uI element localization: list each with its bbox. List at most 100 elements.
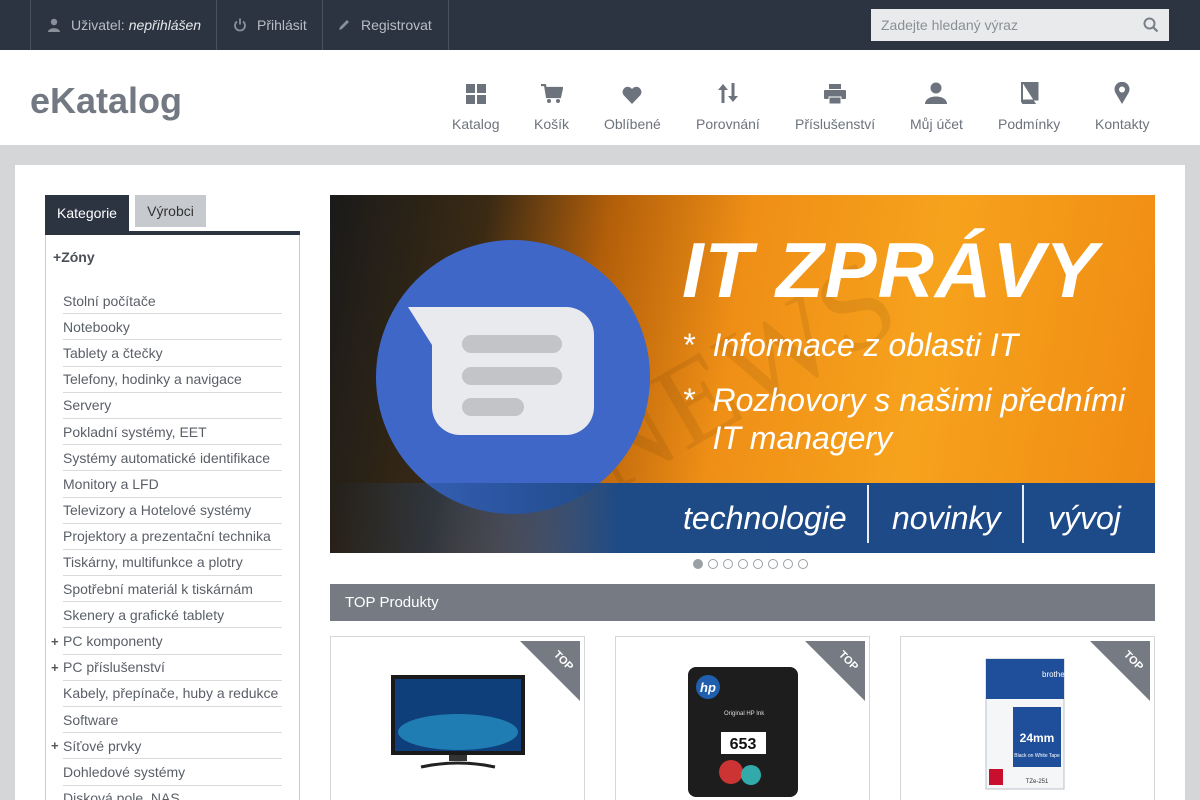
- product-card[interactable]: TOP hp Original HP Ink 653: [615, 636, 870, 800]
- sidebar-item-label: Televizory a Hotelové systémy: [63, 502, 252, 519]
- sidebar-item-label: Software: [63, 711, 119, 728]
- login-link[interactable]: Přihlásit: [216, 0, 323, 50]
- sidebar-item[interactable]: Systémy automatické identifikace: [63, 445, 282, 472]
- sidebar-item[interactable]: + PC komponenty: [51, 628, 282, 655]
- sidebar-item[interactable]: Spotřební materiál k tiskárnám: [63, 576, 282, 603]
- map-pin-icon: [1114, 78, 1130, 104]
- tab-kategorie[interactable]: Kategorie: [45, 195, 129, 231]
- sidebar-item[interactable]: Projektory a prezentační technika: [63, 524, 282, 550]
- svg-text:brother: brother: [1042, 670, 1068, 679]
- sidebar-item[interactable]: Skenery a grafické tablety: [63, 602, 282, 629]
- book-icon: [1019, 78, 1039, 104]
- plus-icon: +: [53, 249, 62, 265]
- sidebar-item-label: Tiskárny, multifunkce a plotry: [63, 554, 243, 571]
- nav-label: Můj účet: [910, 116, 963, 132]
- plus-icon[interactable]: +: [51, 738, 59, 753]
- sidebar-item[interactable]: + PC příslušenství: [51, 655, 282, 681]
- user-status: Uživatel: nepřihlášen: [30, 0, 217, 50]
- sidebar-item[interactable]: Pokladní systémy, EET: [63, 419, 282, 446]
- banner-bullet-1: * Informace z oblasti IT: [682, 327, 1019, 363]
- sidebar-item-label: Tablety a čtečky: [63, 344, 163, 361]
- svg-text:hp: hp: [700, 680, 716, 695]
- nav-item-oblibene[interactable]: Oblíbené: [604, 78, 661, 132]
- slider-dot[interactable]: [768, 559, 778, 569]
- slider-dot[interactable]: [753, 559, 763, 569]
- hero-banner[interactable]: NEWS IT ZPRÁVY * Informace z oblasti IT *…: [330, 195, 1155, 553]
- nav-label: Porovnání: [696, 116, 760, 132]
- top-bar: Uživatel: nepřihlášen Přihlásit Registro…: [0, 0, 1200, 50]
- top-badge: TOP: [805, 641, 865, 701]
- sidebar-item-label: Kabely, přepínače, huby a redukce: [63, 685, 279, 702]
- heart-icon: [622, 78, 642, 104]
- sidebar-item[interactable]: Monitory a LFD: [63, 471, 282, 498]
- product-card[interactable]: TOP brother 24mm Black on White Tape TZe…: [900, 636, 1155, 800]
- nav-item-prislusenstvi[interactable]: Příslušenství: [795, 78, 875, 132]
- register-label: Registrovat: [361, 17, 432, 33]
- user-value: nepřihlášen: [128, 17, 202, 33]
- banner-title: IT ZPRÁVY: [682, 226, 1099, 314]
- banner-word-novinky: novinky: [892, 500, 1001, 536]
- banner-word-technologie: technologie: [683, 500, 847, 536]
- sidebar-item-label: PC příslušenství: [63, 659, 165, 676]
- product-card[interactable]: TOP: [330, 636, 585, 800]
- zone-toggle[interactable]: +Zóny: [53, 249, 95, 265]
- nav-item-kontakty[interactable]: Kontakty: [1095, 78, 1149, 132]
- sidebar-item-label: Monitory a LFD: [63, 475, 159, 492]
- search-icon[interactable]: [1143, 17, 1159, 38]
- nav-label: Kontakty: [1095, 116, 1150, 132]
- slider-dot[interactable]: [738, 559, 748, 569]
- user-icon: [925, 78, 948, 104]
- sidebar-item-label: Systémy automatické identifikace: [63, 449, 270, 466]
- sidebar-item[interactable]: Software: [63, 707, 282, 734]
- search-input[interactable]: [871, 10, 1131, 40]
- slider-dot[interactable]: [693, 559, 703, 569]
- sidebar-item-label: Spotřební materiál k tiskárnám: [63, 580, 253, 597]
- svg-text:24mm: 24mm: [1020, 731, 1055, 745]
- nav-item-porovnani[interactable]: Porovnání: [696, 78, 760, 132]
- sidebar-item[interactable]: Dohledové systémy: [63, 759, 282, 786]
- nav-item-podminky[interactable]: Podmínky: [998, 78, 1060, 132]
- nav-item-kosik[interactable]: Košík: [534, 78, 569, 132]
- sidebar-item-label: Stolní počítače: [63, 292, 156, 309]
- site-logo[interactable]: eKatalog: [30, 80, 182, 122]
- sidebar-item[interactable]: Tablety a čtečky: [63, 340, 282, 367]
- register-link[interactable]: Registrovat: [322, 0, 449, 50]
- sidebar-tabs: Kategorie Výrobci: [45, 195, 300, 235]
- login-label: Přihlásit: [257, 17, 307, 33]
- slider-dot[interactable]: [798, 559, 808, 569]
- sidebar-item-label: Pokladní systémy, EET: [63, 423, 207, 440]
- slider-dot[interactable]: [708, 559, 718, 569]
- plus-icon[interactable]: +: [51, 634, 59, 649]
- top-products-heading: TOP Produkty: [330, 584, 1155, 621]
- sidebar-item[interactable]: Servery: [63, 393, 282, 419]
- nav-label: Příslušenství: [795, 116, 876, 132]
- sidebar-item[interactable]: Tiskárny, multifunkce a plotry: [63, 550, 282, 577]
- power-icon: [233, 18, 247, 32]
- slider-dot[interactable]: [723, 559, 733, 569]
- sidebar-item[interactable]: Telefony, hodinky a navigace: [63, 367, 282, 393]
- sidebar-item[interactable]: Disková pole, NAS: [63, 786, 282, 800]
- svg-text:Black on White Tape: Black on White Tape: [1014, 753, 1060, 759]
- sidebar-item-label: PC komponenty: [63, 633, 163, 650]
- banner-word-vyvoj: vývoj: [1048, 500, 1121, 536]
- sidebar-item-label: Disková pole, NAS: [63, 790, 180, 800]
- sidebar-item[interactable]: Kabely, přepínače, huby a redukce: [63, 681, 282, 707]
- grid-icon: [465, 78, 486, 104]
- nav-item-muj-ucet[interactable]: Můj účet: [910, 78, 963, 132]
- sidebar-item-label: Notebooky: [63, 318, 130, 335]
- tab-vyrobci[interactable]: Výrobci: [135, 195, 206, 227]
- category-list: Stolní počítače Notebooky Tablety a čtečky…: [51, 288, 282, 800]
- svg-text:Original HP Ink: Original HP Ink: [724, 711, 765, 717]
- sidebar-item[interactable]: Televizory a Hotelové systémy: [63, 498, 282, 524]
- category-sidebar: +Zóny Stolní počítače Notebooky Tablety a …: [45, 235, 300, 800]
- slider-dots: [693, 559, 808, 569]
- banner-separator: [867, 485, 869, 543]
- sidebar-item-label: Skenery a grafické tablety: [63, 606, 225, 623]
- sidebar-item[interactable]: + Síťové prvky: [51, 733, 282, 760]
- plus-icon[interactable]: +: [51, 660, 59, 675]
- sort-arrows-icon: [717, 78, 739, 104]
- nav-item-katalog[interactable]: Katalog: [452, 78, 499, 132]
- sidebar-item[interactable]: Stolní počítače: [63, 288, 282, 315]
- slider-dot[interactable]: [783, 559, 793, 569]
- sidebar-item[interactable]: Notebooky: [63, 314, 282, 341]
